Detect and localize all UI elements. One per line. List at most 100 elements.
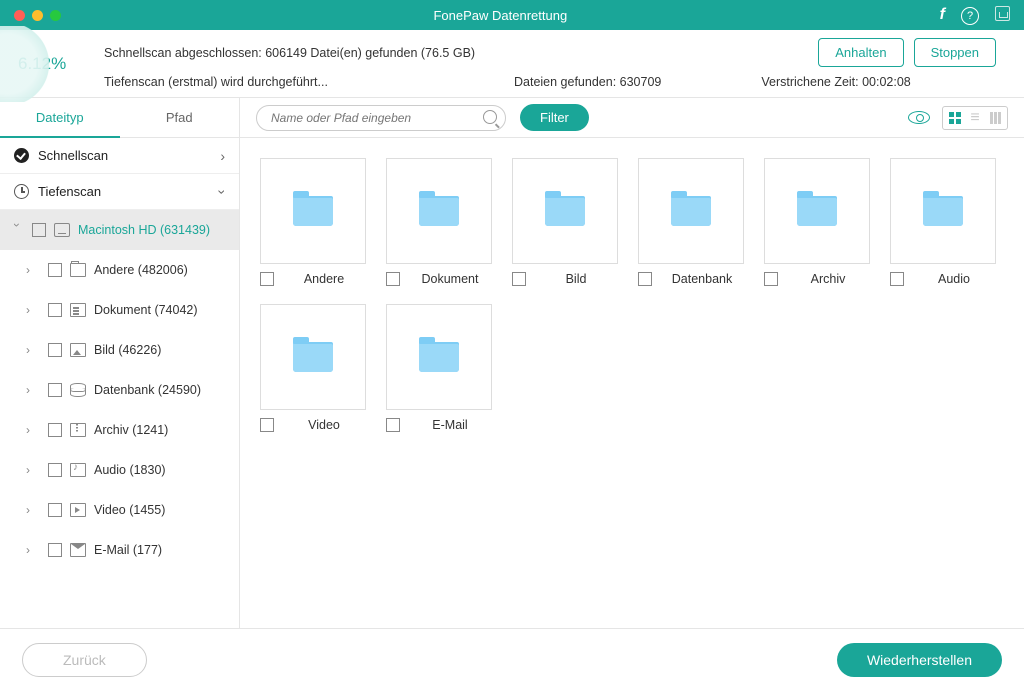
checkbox[interactable] xyxy=(638,272,652,286)
checkbox[interactable] xyxy=(48,423,62,437)
mail-icon xyxy=(70,543,86,557)
checkbox[interactable] xyxy=(890,272,904,286)
tree-item-label: Video (1455) xyxy=(94,503,165,517)
checkbox[interactable] xyxy=(32,223,46,237)
chevron-down-icon: › xyxy=(215,189,231,194)
checkbox[interactable] xyxy=(386,418,400,432)
folder-card-dokument[interactable]: Dokument xyxy=(386,158,492,286)
video-icon xyxy=(70,503,86,517)
checkbox[interactable] xyxy=(260,272,274,286)
chevron-right-icon: › xyxy=(26,383,40,397)
pause-button[interactable]: Anhalten xyxy=(818,38,903,67)
tree-item-andere[interactable]: › Andere (482006) xyxy=(0,250,239,290)
folder-card-bild[interactable]: Bild xyxy=(512,158,618,286)
folder-icon xyxy=(293,196,333,226)
chevron-right-icon: › xyxy=(26,543,40,557)
progress-indicator: 6.12% xyxy=(0,30,92,98)
folder-label: E-Mail xyxy=(408,418,492,432)
checkbox[interactable] xyxy=(764,272,778,286)
back-button[interactable]: Zurück xyxy=(22,643,147,677)
folder-icon xyxy=(70,263,86,277)
status-line-1: Schnellscan abgeschlossen: 606149 Datei(… xyxy=(104,46,475,60)
folder-icon xyxy=(419,342,459,372)
folder-icon xyxy=(923,196,963,226)
tab-path[interactable]: Pfad xyxy=(120,98,240,138)
tree-item-video[interactable]: › Video (1455) xyxy=(0,490,239,530)
filter-button[interactable]: Filter xyxy=(520,104,589,131)
zoom-icon[interactable] xyxy=(50,10,61,21)
check-icon xyxy=(14,148,29,163)
window-controls xyxy=(14,10,61,21)
tree-item-label: Dokument (74042) xyxy=(94,303,198,317)
chevron-right-icon: › xyxy=(26,343,40,357)
image-icon xyxy=(70,343,86,357)
checkbox[interactable] xyxy=(260,418,274,432)
stop-button[interactable]: Stoppen xyxy=(914,38,996,67)
tree-item-audio[interactable]: › Audio (1830) xyxy=(0,450,239,490)
minimize-icon[interactable] xyxy=(32,10,43,21)
disk-label: Macintosh HD (631439) xyxy=(78,223,210,237)
checkbox[interactable] xyxy=(48,503,62,517)
tree-item-label: Bild (46226) xyxy=(94,343,161,357)
folder-card-archiv[interactable]: Archiv xyxy=(764,158,870,286)
tree-item-label: Archiv (1241) xyxy=(94,423,168,437)
tab-filetype[interactable]: Dateityp xyxy=(0,98,120,138)
checkbox[interactable] xyxy=(48,543,62,557)
tree-item-datenbank[interactable]: › Datenbank (24590) xyxy=(0,370,239,410)
folder-label: Bild xyxy=(534,272,618,286)
content-panel: Filter Andere Dokument Bild xyxy=(240,98,1024,628)
folder-icon xyxy=(671,196,711,226)
folder-card-audio[interactable]: Audio xyxy=(890,158,996,286)
disk-icon xyxy=(54,223,70,237)
folder-card-andere[interactable]: Andere xyxy=(260,158,366,286)
checkbox[interactable] xyxy=(48,343,62,357)
tree-item-label: Datenbank (24590) xyxy=(94,383,201,397)
chevron-right-icon: › xyxy=(26,303,40,317)
status-bar: 6.12% Schnellscan abgeschlossen: 606149 … xyxy=(0,30,1024,98)
close-icon[interactable] xyxy=(14,10,25,21)
quickscan-section[interactable]: Schnellscan › xyxy=(0,138,239,174)
folder-icon xyxy=(419,196,459,226)
folder-icon xyxy=(293,342,333,372)
checkbox[interactable] xyxy=(48,263,62,277)
checkbox[interactable] xyxy=(48,383,62,397)
tree-item-email[interactable]: › E-Mail (177) xyxy=(0,530,239,570)
view-mode-switch xyxy=(942,106,1008,130)
checkbox[interactable] xyxy=(512,272,526,286)
folder-card-datenbank[interactable]: Datenbank xyxy=(638,158,744,286)
tree-item-dokument[interactable]: › Dokument (74042) xyxy=(0,290,239,330)
tree-item-label: Audio (1830) xyxy=(94,463,166,477)
tree-disk[interactable]: › Macintosh HD (631439) xyxy=(0,210,239,250)
search-input[interactable] xyxy=(256,105,506,131)
folder-label: Dokument xyxy=(408,272,492,286)
document-icon xyxy=(70,303,86,317)
app-title: FonePaw Datenrettung xyxy=(61,8,940,23)
recover-button[interactable]: Wiederherstellen xyxy=(837,643,1002,677)
grid-view-button[interactable] xyxy=(945,109,965,127)
audio-icon xyxy=(70,463,86,477)
facebook-icon[interactable] xyxy=(940,6,945,25)
quickscan-label: Schnellscan xyxy=(38,148,108,163)
tree-item-bild[interactable]: › Bild (46226) xyxy=(0,330,239,370)
checkbox[interactable] xyxy=(386,272,400,286)
deepscan-section[interactable]: Tiefenscan › xyxy=(0,174,239,210)
folder-label: Video xyxy=(282,418,366,432)
archive-icon xyxy=(70,423,86,437)
help-icon[interactable] xyxy=(961,6,979,25)
folder-card-video[interactable]: Video xyxy=(260,304,366,432)
tree-item-archiv[interactable]: › Archiv (1241) xyxy=(0,410,239,450)
files-found: Dateien gefunden: 630709 xyxy=(514,75,661,89)
preview-icon[interactable] xyxy=(908,111,930,124)
checkbox[interactable] xyxy=(48,303,62,317)
checkbox[interactable] xyxy=(48,463,62,477)
save-icon[interactable] xyxy=(995,6,1010,21)
titlebar: FonePaw Datenrettung xyxy=(0,0,1024,30)
folder-label: Audio xyxy=(912,272,996,286)
column-view-button[interactable] xyxy=(985,109,1005,127)
folder-label: Datenbank xyxy=(660,272,744,286)
deepscan-label: Tiefenscan xyxy=(38,184,101,199)
tree-item-label: Andere (482006) xyxy=(94,263,188,277)
sidebar: Dateityp Pfad Schnellscan › Tiefenscan ›… xyxy=(0,98,240,628)
list-view-button[interactable] xyxy=(965,109,985,127)
folder-card-email[interactable]: E-Mail xyxy=(386,304,492,432)
